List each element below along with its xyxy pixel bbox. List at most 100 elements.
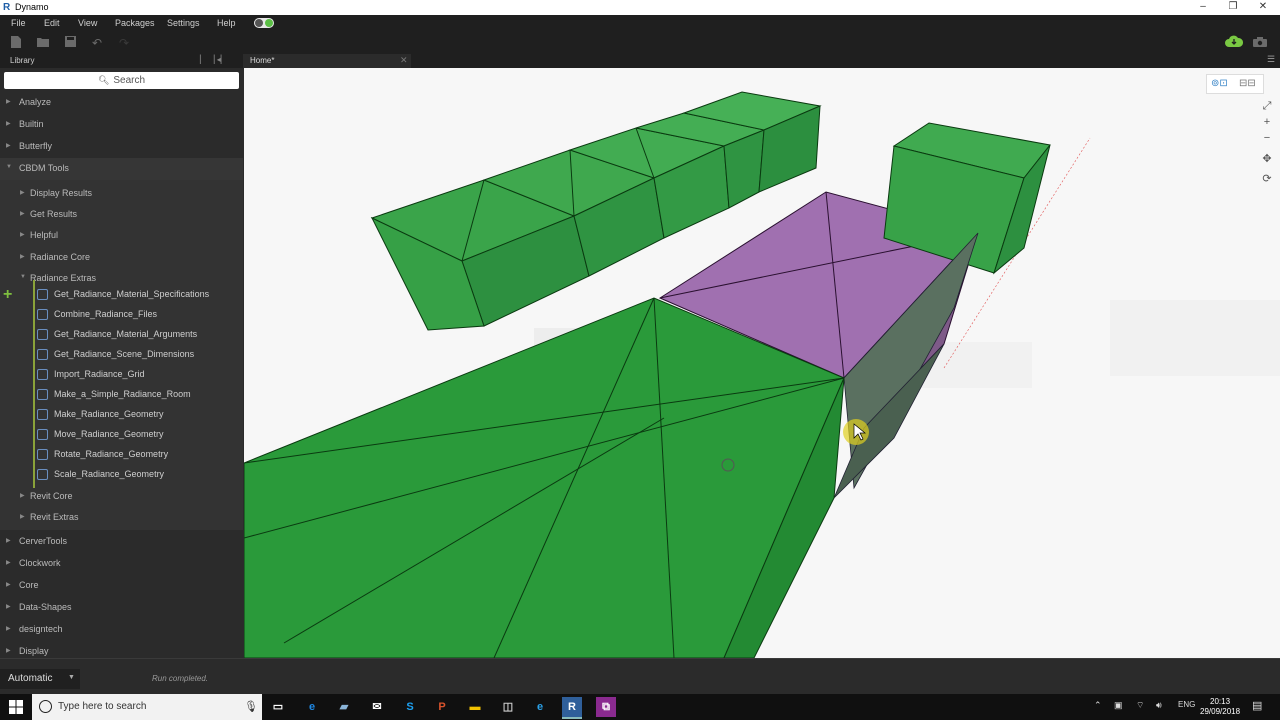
menu-view[interactable]: View xyxy=(78,15,97,32)
library-node[interactable]: Make_a_Simple_Radiance_Room xyxy=(33,384,243,404)
library-category-clockwork[interactable]: ▶ Clockwork xyxy=(0,553,243,575)
zoom-fit-icon[interactable]: ⤢ xyxy=(1260,99,1274,113)
add-node-icon[interactable]: + xyxy=(3,287,12,303)
library-node[interactable]: Combine_Radiance_Files xyxy=(33,304,243,324)
category-label: Builtin xyxy=(19,119,44,129)
library-collapse-icon[interactable]: ▏ ▕ ◂▏ xyxy=(200,55,227,64)
library-node[interactable]: Import_Radiance_Grid xyxy=(33,364,243,384)
notepad-icon[interactable]: ▰ xyxy=(334,697,354,717)
library-node[interactable]: Get_Radiance_Material_Arguments xyxy=(33,324,243,344)
category-label: Data-Shapes xyxy=(19,602,72,612)
edge-icon[interactable]: e xyxy=(302,697,322,717)
orbit-icon[interactable]: ⟳ xyxy=(1260,172,1274,186)
library-sub-get-results[interactable]: ▶ Get Results xyxy=(0,204,243,226)
close-button[interactable]: ✕ xyxy=(1248,0,1278,15)
language-indicator[interactable]: ENG xyxy=(1178,700,1195,709)
menu-edit[interactable]: Edit xyxy=(44,15,60,32)
zoom-out-icon[interactable]: − xyxy=(1260,131,1274,145)
run-mode-dropdown[interactable]: Automatic ▼ xyxy=(0,669,80,689)
zoom-in-icon[interactable]: + xyxy=(1260,115,1274,129)
run-toggle[interactable] xyxy=(254,18,274,28)
redo-icon[interactable]: ↷ xyxy=(117,36,131,50)
ie-icon[interactable]: e xyxy=(530,697,550,717)
taskbar-clock[interactable]: 20:13 29/09/2018 xyxy=(1200,697,1240,717)
library-category-builtin[interactable]: ▶ Builtin xyxy=(0,114,243,136)
library-category-analyze[interactable]: ▶ Analyze xyxy=(0,92,243,114)
new-file-icon[interactable] xyxy=(9,36,23,50)
node-label: Import_Radiance_Grid xyxy=(54,369,145,379)
menu-packages[interactable]: Packages xyxy=(115,15,155,32)
save-icon[interactable] xyxy=(63,36,77,50)
minimize-button[interactable]: – xyxy=(1188,0,1218,15)
cloud-icon[interactable] xyxy=(1225,35,1244,49)
network-icon[interactable]: ⌔ xyxy=(1136,700,1144,711)
mail-icon[interactable]: ✉ xyxy=(367,697,387,717)
3d-view-icon[interactable]: ⊚⊡ xyxy=(1211,78,1233,90)
library-category-data-shapes[interactable]: ▶ Data-Shapes xyxy=(0,597,243,619)
skype-icon[interactable]: S xyxy=(400,697,420,717)
menu-settings[interactable]: Settings xyxy=(167,15,200,32)
toolbar: ↶ ↷ xyxy=(0,32,1280,54)
background-3d-preview[interactable]: ⊚⊡ ⊟⊟ ⤢ + − ✥ ⟳ xyxy=(244,68,1280,658)
pan-icon[interactable]: ✥ xyxy=(1260,152,1274,166)
restore-button[interactable]: ❐ xyxy=(1218,0,1248,15)
tray-app-icon[interactable]: ▣ xyxy=(1114,700,1123,711)
library-category-core[interactable]: ▶ Core xyxy=(0,575,243,597)
undo-icon[interactable]: ↶ xyxy=(90,36,104,50)
library-node[interactable]: Make_Radiance_Geometry xyxy=(33,404,243,424)
volume-icon[interactable]: 🔊︎ xyxy=(1156,700,1162,711)
tab-close-icon[interactable]: ✕ xyxy=(400,55,408,66)
microphone-icon[interactable]: 🎙︎ xyxy=(244,700,258,713)
library-sub-helpful[interactable]: ▶ Helpful xyxy=(0,225,243,247)
library-node[interactable]: Get_Radiance_Scene_Dimensions xyxy=(33,344,243,364)
library-sub-revit-core[interactable]: ▶ Revit Core xyxy=(0,486,243,508)
task-view-icon[interactable]: ▭ xyxy=(268,697,288,717)
expand-arrow-icon: ▶ xyxy=(20,232,25,238)
view-toggle[interactable]: ⊚⊡ ⊟⊟ xyxy=(1206,74,1264,94)
library-category-designtech[interactable]: ▶ designtech xyxy=(0,619,243,641)
library-sub-radiance-core[interactable]: ▶ Radiance Core xyxy=(0,247,243,269)
clock-time: 20:13 xyxy=(1210,697,1231,706)
expand-arrow-icon: ▶ xyxy=(20,211,25,217)
library-sub-display-results[interactable]: ▶ Display Results xyxy=(0,183,243,205)
library-category-display[interactable]: ▶ Display xyxy=(0,641,243,658)
run-mode-value: Automatic xyxy=(8,673,53,684)
expand-arrow-icon: ▶ xyxy=(6,560,11,566)
category-label: CerverTools xyxy=(19,536,68,546)
clock-date: 29/09/2018 xyxy=(1200,707,1241,716)
library-sub-revit-extras[interactable]: ▶ Revit Extras xyxy=(0,507,243,529)
store-icon[interactable]: ◫ xyxy=(498,697,518,717)
menu-bar: File Edit View Packages Settings Help xyxy=(0,15,1280,32)
file-explorer-icon[interactable]: ▬ xyxy=(465,697,485,717)
node-icon xyxy=(37,429,48,440)
subcategory-label: Radiance Extras xyxy=(30,273,97,283)
notifications-icon[interactable]: ▤ xyxy=(1252,699,1262,712)
taskbar-search-box[interactable]: Type here to search 🎙︎ xyxy=(32,694,262,720)
tab-home[interactable]: Home* ✕ xyxy=(243,54,411,68)
menu-file[interactable]: File xyxy=(11,15,26,32)
node-icon xyxy=(37,409,48,420)
graph-view-icon[interactable]: ⊟⊟ xyxy=(1239,78,1261,90)
library-search-input[interactable]: 🔍︎ Search xyxy=(4,72,239,89)
menu-help[interactable]: Help xyxy=(217,15,236,32)
powerpoint-icon[interactable]: P xyxy=(432,697,452,717)
library-node[interactable]: Move_Radiance_Geometry xyxy=(33,424,243,444)
library-category-butterfly[interactable]: ▶ Butterfly xyxy=(0,136,243,158)
open-folder-icon[interactable] xyxy=(36,36,50,50)
expand-arrow-icon: ▶ xyxy=(20,254,25,260)
revit-icon[interactable]: R xyxy=(562,697,582,719)
camera-icon[interactable] xyxy=(1253,36,1267,50)
library-header: Library ▏ ▕ ◂▏ xyxy=(0,54,243,68)
tab-menu-icon[interactable]: ☰ xyxy=(1267,54,1275,65)
library-category-cervertools[interactable]: ▶ CerverTools xyxy=(0,531,243,553)
windows-start-button[interactable] xyxy=(0,694,32,720)
tray-expand-icon[interactable]: ⌃ xyxy=(1094,700,1102,711)
library-node[interactable]: Scale_Radiance_Geometry xyxy=(33,464,243,484)
node-icon xyxy=(37,289,48,300)
window-title: Dynamo xyxy=(15,2,49,12)
library-node[interactable]: Get_Radiance_Material_Specifications xyxy=(33,284,243,304)
dynamo-icon[interactable]: ⧉ xyxy=(596,697,616,717)
expand-arrow-icon: ▶ xyxy=(6,604,11,610)
library-category-cbdm-tools[interactable]: ▼ CBDM Tools xyxy=(0,158,243,180)
library-node[interactable]: Rotate_Radiance_Geometry xyxy=(33,444,243,464)
